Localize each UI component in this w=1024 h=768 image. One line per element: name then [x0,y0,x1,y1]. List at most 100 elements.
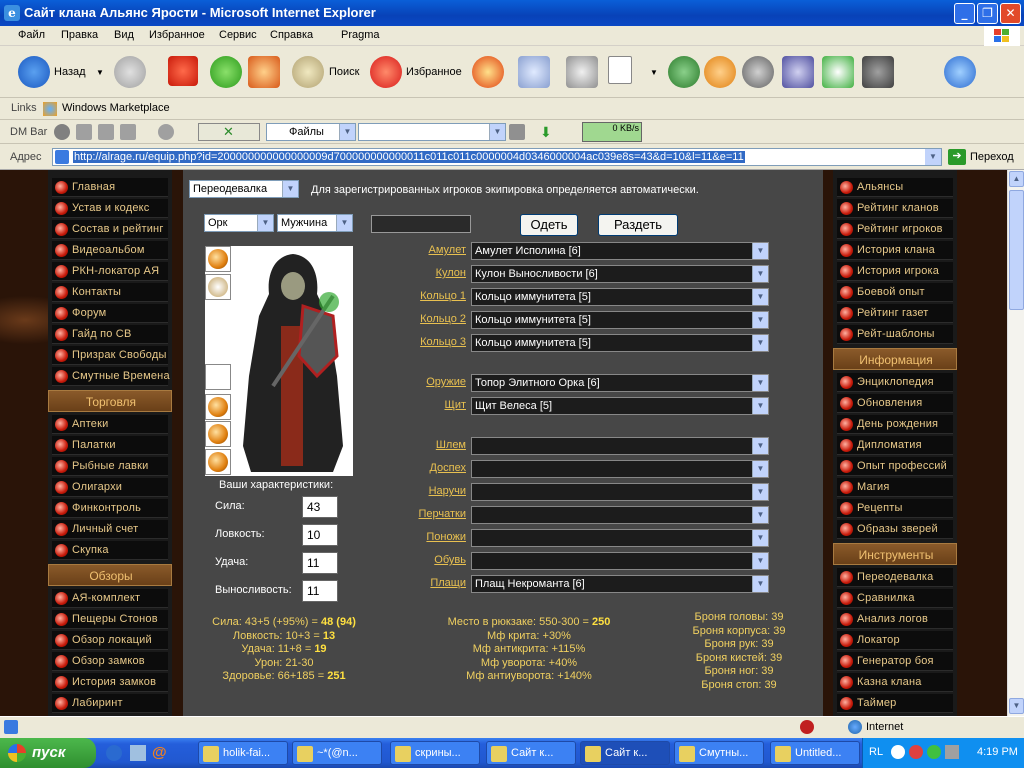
back-dropdown-icon[interactable]: ▼ [96,68,104,77]
menu-item[interactable]: Главная [52,178,168,197]
menu-item[interactable]: Смутные Времена [52,367,170,386]
slot-select[interactable]: Кулон Выносливости [6] ▼ [471,265,769,283]
menu-item[interactable]: Состав и рейтинг [52,220,168,239]
menu-item[interactable]: Сравнилка [837,589,953,608]
slot-label[interactable]: Обувь [434,554,466,566]
slot-select[interactable]: ▼ [471,552,769,570]
menu-view[interactable]: Вид [114,29,134,41]
favorites-label[interactable]: Избранное [406,66,462,78]
scroll-up-icon[interactable]: ▲ [1009,171,1024,187]
contacts-icon[interactable] [944,56,976,88]
menu-item[interactable]: Контакты [52,283,168,302]
menu-item[interactable]: Рейтинг кланов [837,199,953,218]
slot-select[interactable]: Щит Велеса [5] ▼ [471,397,769,415]
pendant-slot[interactable] [205,274,231,300]
edit-dropdown-icon[interactable]: ▼ [650,68,658,77]
quicklaunch-desktop-icon[interactable] [130,745,146,761]
menu-item[interactable]: Аптеки [52,415,168,434]
minimize-button[interactable]: _ [954,3,975,24]
slot-label[interactable]: Плащи [430,577,466,589]
menu-item[interactable]: Призрак Свободы [52,346,168,365]
windows-icon[interactable] [98,124,114,140]
slot-select[interactable]: Амулет Исполина [6] ▼ [471,242,769,260]
amulet-slot[interactable] [205,246,231,272]
print-icon[interactable] [566,56,598,88]
menu-item[interactable]: Гайд по СВ [52,325,168,344]
menu-item[interactable]: Казна клана [837,673,953,692]
forward-arrow-icon[interactable] [114,56,146,88]
scroll-down-icon[interactable]: ▼ [1009,698,1024,714]
download-arrow-icon[interactable]: ⬇ [540,124,556,140]
language-indicator[interactable]: RL [869,746,883,758]
menu-item[interactable]: Магия [837,478,953,497]
menu-favorites[interactable]: Избранное [149,29,205,41]
menu-item[interactable]: История замков [52,673,168,692]
menu-item[interactable]: История клана [837,241,953,260]
settings-icon[interactable] [158,124,174,140]
refresh-icon[interactable] [210,56,242,88]
slot-label[interactable]: Доспех [429,462,466,474]
dress-button[interactable]: Одеть [520,214,578,236]
menu-item[interactable]: Палатки [52,436,168,455]
address-input[interactable]: http://alrage.ru/equip.php?id=2000000000… [52,148,942,166]
menu-item[interactable]: Рейтинг игроков [837,220,953,239]
menu-item[interactable]: День рождения [837,415,953,434]
word-edit-icon[interactable] [608,56,632,84]
mail-icon[interactable] [518,56,550,88]
slot-select[interactable]: Кольцо иммунитета [5] ▼ [471,334,769,352]
at-mail-icon[interactable] [704,56,736,88]
slot-select[interactable]: Кольцо иммунитета [5] ▼ [471,288,769,306]
slot-select[interactable]: Топор Элитного Орка [6] ▼ [471,374,769,392]
research-icon[interactable] [782,56,814,88]
slot-select[interactable]: ▼ [471,506,769,524]
files-select[interactable]: Файлы ▼ [266,123,356,141]
slot-label[interactable]: Наручи [429,485,466,497]
stop-icon[interactable] [168,56,198,86]
home-icon[interactable] [248,56,280,88]
menu-item[interactable]: Личный счет [52,520,168,539]
menu-item[interactable]: Генератор боя [837,652,953,671]
go-arrow-icon[interactable]: ➔ [948,149,966,165]
menu-item[interactable]: Дипломатия [837,436,953,455]
add-icon[interactable] [76,124,92,140]
menu-item[interactable]: Опыт профессий [837,457,953,476]
tray-security-icon[interactable] [909,745,923,759]
stat-input[interactable]: 43 [302,496,338,518]
menu-item[interactable]: Локатор [837,631,953,650]
slot-select[interactable]: ▼ [471,529,769,547]
slot-label[interactable]: Кулон [436,267,466,279]
menu-item[interactable]: Образы зверей [837,520,953,539]
back-label[interactable]: Назад [54,66,86,78]
taskbar-button[interactable]: Сайт к... [486,741,576,765]
messenger-icon[interactable] [668,56,700,88]
empty-slot[interactable] [205,364,231,390]
search-label[interactable]: Поиск [329,66,359,78]
slot-select[interactable]: ▼ [471,483,769,501]
stat-input[interactable]: 10 [302,524,338,546]
menu-item[interactable]: Устав и кодекс [52,199,168,218]
menu-item[interactable]: Боевой опыт [837,283,953,302]
home-small-icon[interactable] [120,124,136,140]
slot-select[interactable]: Кольцо иммунитета [5] ▼ [471,311,769,329]
taskbar-button[interactable]: скрины... [390,741,480,765]
history-icon[interactable] [472,56,504,88]
slot-label[interactable]: Кольцо 1 [420,290,466,302]
maximize-button[interactable]: ❐ [977,3,998,24]
taskbar-button[interactable]: Смутны... [674,741,764,765]
menu-item[interactable]: Альянсы [837,178,953,197]
menu-item[interactable]: Переодевалка [837,568,953,587]
menu-file[interactable]: Файл [18,29,45,41]
back-arrow-icon[interactable] [18,56,50,88]
menu-item[interactable]: Видеоальбом [52,241,168,260]
menu-item[interactable]: Рецепты [837,499,953,518]
slot-select[interactable]: ▼ [471,460,769,478]
page-scrollbar[interactable]: ▲ ▼ [1007,170,1024,716]
menu-item[interactable]: Таймер [837,694,953,713]
stat-input[interactable]: 11 [302,580,338,602]
search-icon[interactable] [292,56,324,88]
marketplace-link[interactable]: Windows Marketplace [62,102,170,114]
globe-icon[interactable] [54,124,70,140]
menu-item[interactable]: Обновления [837,394,953,413]
quicklaunch-mail-icon[interactable]: @ [152,744,167,761]
shield-icon[interactable] [742,56,774,88]
